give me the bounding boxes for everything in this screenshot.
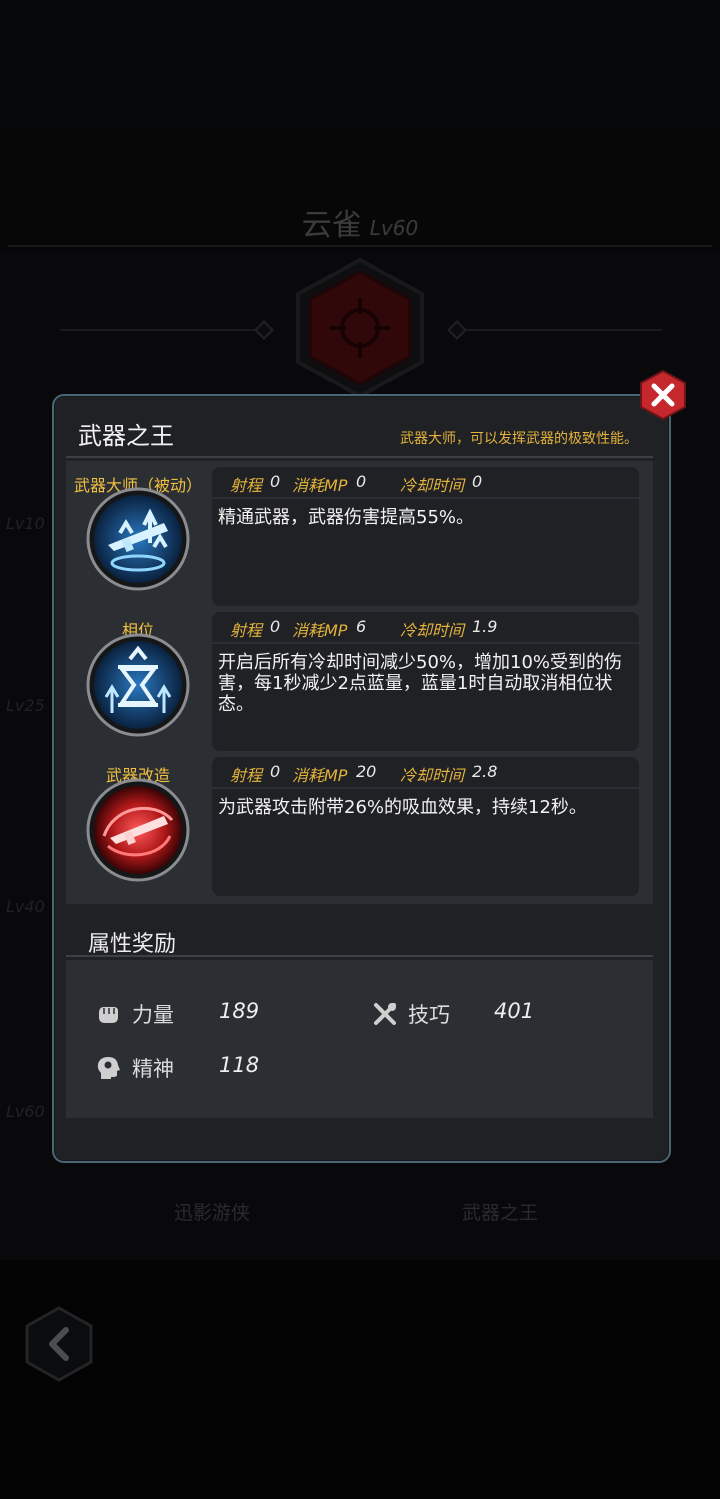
- close-icon: [640, 369, 686, 421]
- cooldown-value: 2.8: [472, 762, 498, 781]
- head-mind-icon: [95, 1055, 121, 1081]
- panel-title: 武器之王: [78, 422, 174, 450]
- attributes-divider: [66, 955, 653, 957]
- mp-value: 20: [356, 762, 377, 781]
- mp-value: 6: [356, 617, 367, 636]
- range-value: 0: [270, 762, 281, 781]
- attribute-value-spirit: 118: [219, 1053, 260, 1077]
- title-divider: [66, 456, 653, 458]
- rifle-upgrade-icon[interactable]: [84, 485, 192, 593]
- cooldown-value: 1.9: [472, 617, 498, 636]
- mp-value: 0: [356, 472, 367, 491]
- close-button[interactable]: [638, 369, 688, 421]
- skill-stats: 射程 0 消耗MP 0 冷却时间 0: [212, 467, 639, 497]
- mp-label: 消耗MP: [292, 621, 348, 640]
- mp-label: 消耗MP: [292, 766, 348, 785]
- cooldown-label: 冷却时间: [400, 766, 465, 785]
- attribute-label-strength: 力量: [132, 1003, 174, 1027]
- skill-description: 为武器攻击附带26%的吸血效果，持续12秒。: [212, 789, 639, 896]
- rifle-vortex-icon[interactable]: [84, 776, 192, 884]
- cooldown-label: 冷却时间: [400, 621, 465, 640]
- hourglass-icon[interactable]: [84, 631, 192, 739]
- cooldown-value: 0: [472, 472, 483, 491]
- range-value: 0: [270, 617, 281, 636]
- attribute-label-spirit: 精神: [132, 1057, 174, 1081]
- attributes-title: 属性奖励: [88, 932, 177, 957]
- range-value: 0: [270, 472, 281, 491]
- skill-stats: 射程 0 消耗MP 20 冷却时间 2.8: [212, 757, 639, 787]
- range-label: 射程: [230, 621, 263, 640]
- skill-stats: 射程 0 消耗MP 6 冷却时间 1.9: [212, 612, 639, 642]
- range-label: 射程: [230, 766, 263, 785]
- range-label: 射程: [230, 476, 263, 495]
- attribute-value-skill: 401: [494, 999, 535, 1023]
- skill-description: 精通武器，武器伤害提高55%。: [212, 499, 639, 606]
- skill-description: 开启后所有冷却时间减少50%，增加10%受到的伤害，每1秒减少2点蓝量，蓝量1时…: [212, 644, 639, 751]
- attributes-box: [66, 960, 653, 1118]
- fist-icon: [95, 1001, 121, 1027]
- attribute-label-skill: 技巧: [408, 1003, 450, 1027]
- mp-label: 消耗MP: [292, 476, 348, 495]
- cooldown-label: 冷却时间: [400, 476, 465, 495]
- attribute-value-strength: 189: [219, 999, 260, 1023]
- tools-icon: [372, 1001, 398, 1027]
- panel-subtitle: 武器大师，可以发挥武器的极致性能。: [400, 431, 638, 447]
